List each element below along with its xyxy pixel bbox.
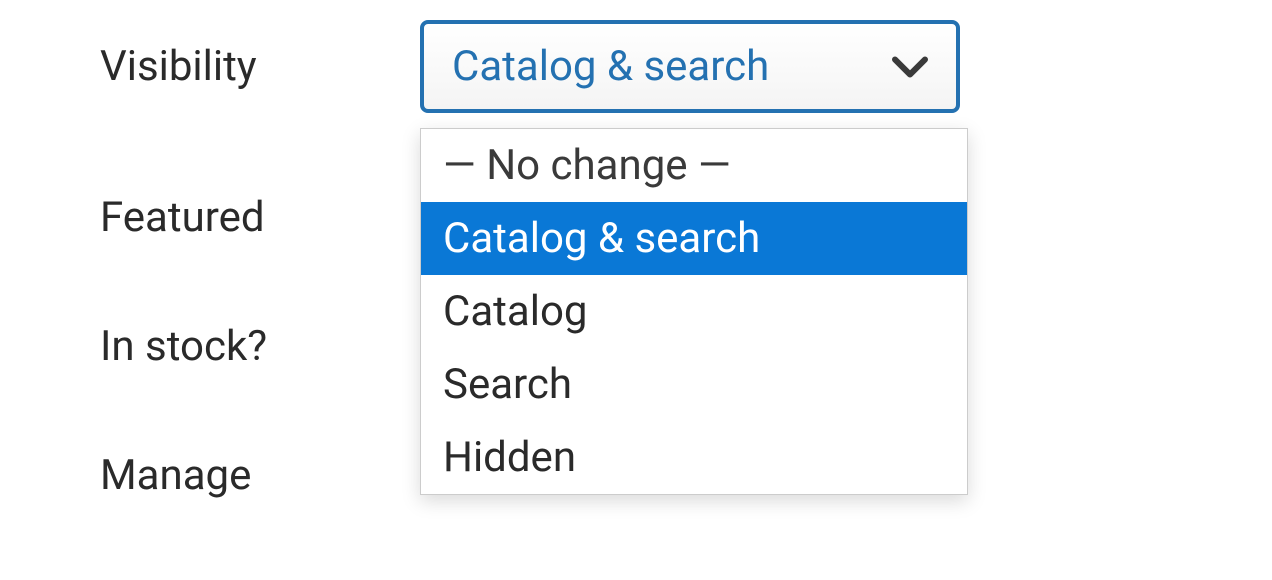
chevron-down-icon	[892, 53, 928, 81]
visibility-option-no-change[interactable]: — No change —	[421, 129, 967, 202]
visibility-option-hidden[interactable]: Hidden	[421, 421, 967, 494]
instock-label: In stock?	[100, 300, 420, 371]
visibility-row: Visibility Catalog & search — No change …	[100, 20, 1172, 113]
featured-label: Featured	[100, 171, 420, 242]
visibility-label: Visibility	[100, 20, 420, 91]
visibility-dropdown: — No change — Catalog & search Catalog S…	[420, 128, 968, 495]
visibility-option-catalog[interactable]: Catalog	[421, 275, 967, 348]
visibility-select-wrapper: Catalog & search — No change — Catalog &…	[420, 20, 960, 113]
manage-label: Manage	[100, 429, 420, 500]
visibility-option-catalog-search[interactable]: Catalog & search	[421, 202, 967, 275]
visibility-option-search[interactable]: Search	[421, 348, 967, 421]
visibility-select-value: Catalog & search	[452, 42, 769, 91]
visibility-select[interactable]: Catalog & search	[420, 20, 960, 113]
